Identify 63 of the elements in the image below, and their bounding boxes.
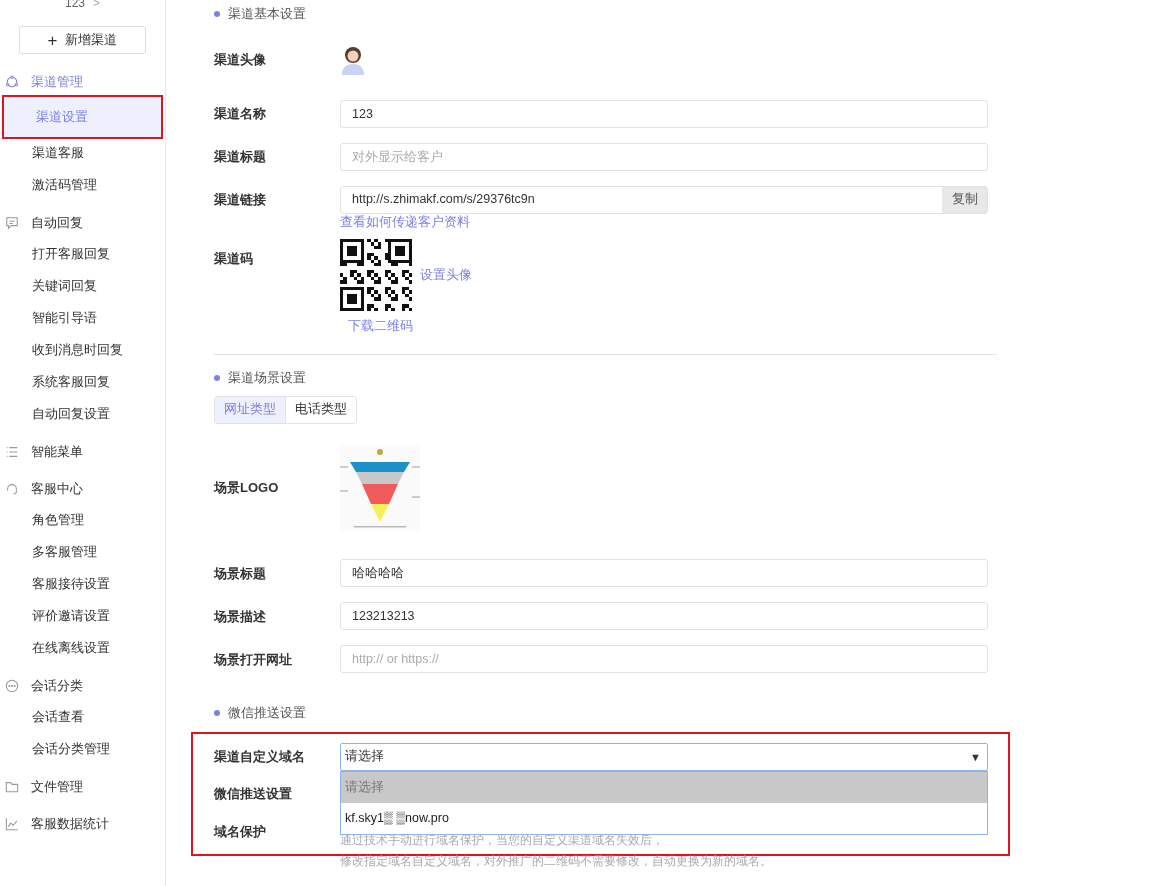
list-icon bbox=[5, 445, 19, 459]
copy-button[interactable]: 复制 bbox=[942, 186, 987, 213]
menu-item[interactable]: 角色管理 bbox=[0, 504, 165, 536]
chart-icon bbox=[5, 817, 19, 831]
help-text: 修改指定域名自定义域名，对外推广的二维码不需要修改，自动更换为新的域名。 bbox=[340, 852, 772, 870]
folder-icon bbox=[5, 780, 19, 794]
menu-item[interactable]: 自动回复设置 bbox=[0, 398, 165, 430]
menu-group[interactable]: 自动回复 bbox=[0, 209, 165, 237]
menu-item[interactable]: 会话分类管理 bbox=[0, 733, 165, 765]
menu-group[interactable]: 渠道管理 bbox=[0, 68, 165, 96]
avatar-icon bbox=[340, 45, 366, 75]
field-label: 渠道链接 bbox=[214, 190, 267, 209]
menu-group[interactable]: 会话分类 bbox=[0, 672, 165, 700]
menu-item[interactable]: 在线离线设置 bbox=[0, 632, 165, 664]
bullet-icon bbox=[214, 11, 220, 17]
section-heading: 渠道基本设置 bbox=[228, 5, 306, 24]
input-field[interactable]: 对外显示给客户 bbox=[340, 142, 988, 171]
menu-group[interactable]: 智能菜单 bbox=[0, 438, 165, 466]
menu-item[interactable]: 系统客服回复 bbox=[0, 366, 165, 398]
field-label: 渠道头像 bbox=[214, 51, 267, 70]
headset-icon bbox=[5, 482, 19, 496]
comment-icon bbox=[5, 216, 19, 230]
select-field[interactable]: 请选择 ▼ bbox=[340, 742, 988, 771]
menu-group[interactable]: 文件管理 bbox=[0, 773, 165, 801]
menu-item[interactable]: 评价邀请设置 bbox=[0, 600, 165, 632]
add-channel-button[interactable]: + 新增渠道 bbox=[19, 26, 146, 54]
bullet-icon bbox=[214, 709, 220, 716]
menu-item[interactable]: 打开客服回复 bbox=[0, 238, 165, 270]
input-field[interactable]: 哈哈哈哈 bbox=[340, 559, 988, 588]
field-label: 域名保护 bbox=[214, 822, 267, 841]
field-label: 场景打开网址 bbox=[214, 650, 293, 669]
field-label: 场景描述 bbox=[214, 607, 267, 626]
field-label: 渠道名称 bbox=[214, 104, 267, 123]
download-link[interactable]: 下载二维码 bbox=[348, 317, 472, 336]
input-field[interactable]: 123213213 bbox=[340, 602, 988, 631]
menu-item[interactable]: 收到消息时回复 bbox=[0, 334, 165, 366]
menu-group[interactable]: 客服中心 bbox=[0, 475, 165, 503]
menu-item[interactable]: 激活码管理 bbox=[0, 169, 165, 201]
section-heading: 微信推送设置 bbox=[228, 704, 306, 722]
set-avatar-link[interactable]: 设置头像 bbox=[420, 265, 472, 285]
menu-item[interactable]: 智能引导语 bbox=[0, 302, 165, 334]
bullet-icon bbox=[214, 374, 220, 381]
field-label: 渠道自定义域名 bbox=[214, 748, 306, 766]
input-field[interactable]: http:// or https:// bbox=[340, 645, 988, 674]
link-field[interactable]: http://s.zhimakf.com/s/29376tc9n 复制 bbox=[340, 185, 988, 214]
help-link[interactable]: 查看如何传递客户资料 bbox=[340, 212, 470, 232]
field-label: 微信推送设置 bbox=[214, 785, 293, 803]
field-label: 场景标题 bbox=[214, 564, 267, 583]
qr-code bbox=[340, 239, 412, 311]
tab[interactable]: 电话类型 bbox=[285, 396, 356, 423]
menu-item[interactable]: 多客服管理 bbox=[0, 536, 165, 568]
section-heading: 渠道场景设置 bbox=[228, 369, 306, 387]
menu-item[interactable]: 会话查看 bbox=[0, 701, 165, 733]
menu-item[interactable]: 关键词回复 bbox=[0, 270, 165, 302]
field-label: 渠道标题 bbox=[214, 147, 267, 166]
more-icon bbox=[5, 679, 19, 693]
menu-group[interactable]: 客服数据统计 bbox=[0, 810, 165, 838]
network-icon bbox=[5, 75, 19, 89]
field-label: 渠道码 bbox=[214, 250, 254, 268]
menu-item[interactable]: 渠道客服 bbox=[0, 137, 165, 169]
menu-item[interactable]: 客服接待设置 bbox=[0, 568, 165, 600]
field-label: 场景LOGO bbox=[214, 479, 280, 497]
input-field[interactable]: 123 bbox=[340, 99, 988, 128]
